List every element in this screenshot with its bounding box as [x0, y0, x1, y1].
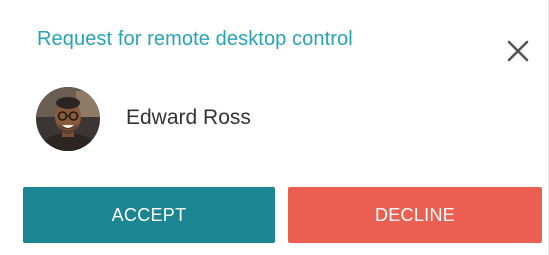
decline-button[interactable]: DECLINE: [288, 187, 542, 243]
avatar: [36, 87, 100, 151]
requester-name: Edward Ross: [126, 106, 251, 129]
close-button[interactable]: [505, 38, 531, 64]
user-avatar-icon: [36, 87, 100, 151]
accept-button[interactable]: ACCEPT: [23, 187, 275, 243]
close-icon: [507, 40, 529, 62]
remote-control-request-dialog: Request for remote desktop control Edwar…: [0, 0, 549, 255]
dialog-title: Request for remote desktop control: [37, 28, 353, 50]
